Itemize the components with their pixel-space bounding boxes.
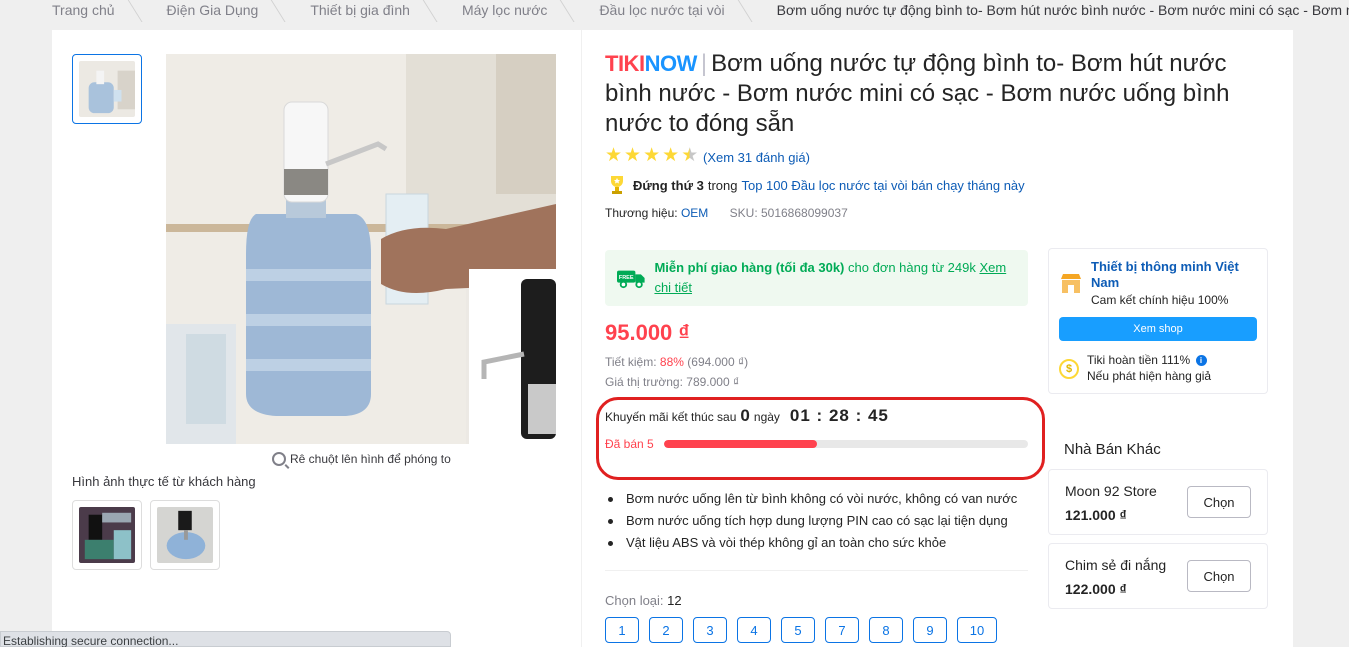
reviews-link[interactable]: (Xem 31 đánh giá): [703, 150, 810, 165]
other-seller-name[interactable]: Chim sẻ đi nắng: [1065, 557, 1166, 573]
customer-photo-1: [79, 507, 135, 563]
breadcrumb-item[interactable]: Thiết bị gia đình: [288, 0, 440, 22]
product-title-text: Bơm uống nước tự động bình to- Bơm hút n…: [605, 50, 1230, 137]
breadcrumb: Trang chủ Điện Gia Dụng Thiết bị gia đìn…: [0, 0, 1349, 22]
option-button[interactable]: 4: [737, 617, 771, 643]
divider-line: [605, 570, 1028, 571]
star-icon: ★: [662, 145, 680, 166]
star-icon: ★: [624, 145, 642, 166]
breadcrumb-item[interactable]: Trang chủ: [0, 0, 145, 22]
current-price: 95.000 ₫: [605, 320, 690, 345]
zoom-hint: Rê chuột lên hình để phóng to: [272, 452, 451, 466]
product-main-image[interactable]: [166, 54, 556, 444]
feature-list: Bơm nước uống lên từ bình không có vòi n…: [608, 491, 1017, 557]
option-button[interactable]: 1: [605, 617, 639, 643]
rank-text: Đứng thứ 3: [633, 177, 704, 193]
breadcrumb-current: Bơm uống nước tự động bình to- Bơm hút n…: [776, 2, 1349, 18]
top100-link[interactable]: Top 100 Đầu lọc nước tại vòi bán chạy th…: [741, 178, 1024, 193]
other-seller-card: Chim sẻ đi nắng 122.000 ₫ Chọn: [1048, 543, 1268, 609]
breadcrumb-item[interactable]: Máy lọc nước: [440, 0, 578, 22]
free-shipping-banner: FREE Miễn phí giao hàng (tối đa 30k) cho…: [605, 250, 1028, 306]
rank-connector: trong: [707, 177, 738, 193]
product-thumbnail-image: [79, 61, 135, 117]
shipping-text: Miễn phí giao hàng (tối đa 30k) cho đơn …: [654, 260, 1007, 295]
half-star-icon: ★: [681, 145, 699, 166]
customer-photos-title: Hình ảnh thực tế từ khách hàng: [72, 474, 256, 489]
star-icon: ★: [605, 145, 623, 166]
store-icon: [1061, 274, 1081, 293]
option-label: Chọn loại: 12: [605, 593, 682, 608]
water-pump-photo: [166, 54, 556, 444]
brand-row: Thương hiệu: OEM SKU: 5016868099037: [605, 206, 848, 220]
feature-item: Bơm nước uống lên từ bình không có vòi n…: [608, 491, 1017, 513]
option-button[interactable]: 3: [693, 617, 727, 643]
other-seller-card: Moon 92 Store 121.000 ₫ Chọn: [1048, 469, 1268, 535]
customer-photo-2: [157, 507, 213, 563]
gallery-thumbnail[interactable]: [72, 54, 142, 124]
savings-amount: (694.000 ₫): [687, 355, 749, 369]
other-sellers-title: Nhà Bán Khác: [1064, 441, 1161, 458]
customer-photo-thumbnail[interactable]: [72, 500, 142, 570]
seller-guarantee: Cam kết chính hiệu 100%: [1091, 293, 1229, 307]
trophy-icon: [611, 176, 623, 194]
discount-percent: 88%: [659, 355, 684, 369]
feature-item: Vật liệu ABS và vòi thép không gỉ an toà…: [608, 535, 1017, 557]
option-button[interactable]: 9: [913, 617, 947, 643]
other-seller-price: 121.000 ₫: [1065, 507, 1127, 523]
visit-shop-button[interactable]: Xem shop: [1059, 317, 1257, 341]
product-title: TIKINOW | Bơm uống nước tự động bình to- B…: [605, 49, 1275, 139]
zoom-hint-text: Rê chuột lên hình để phóng to: [290, 452, 451, 466]
refund-coin-icon: $: [1059, 359, 1079, 379]
refund-policy: Tiki hoàn tiền 111% i Nếu phát hiện hàng …: [1087, 353, 1212, 383]
seller-name[interactable]: Thiết bị thông minh Việt Nam: [1091, 259, 1261, 291]
rating-stars: ★ ★ ★ ★ ★: [605, 145, 699, 166]
free-shipping-truck-icon: FREE: [617, 270, 645, 289]
option-list: 1 2 3 4 5 7 8 9 10: [605, 617, 997, 643]
option-button[interactable]: 8: [869, 617, 903, 643]
option-button[interactable]: 5: [781, 617, 815, 643]
tikinow-logo: TIKINOW: [605, 51, 697, 76]
star-icon: ★: [643, 145, 661, 166]
breadcrumb-item[interactable]: Đầu lọc nước tại vòi: [577, 0, 755, 22]
other-seller-name[interactable]: Moon 92 Store: [1065, 483, 1157, 499]
option-selected: 12: [667, 593, 682, 608]
market-price: Giá thị trường: 789.000 ₫: [605, 375, 740, 389]
highlight-annotation: [596, 397, 1045, 480]
other-seller-price: 122.000 ₫: [1065, 581, 1127, 597]
zoom-in-icon: [272, 452, 286, 466]
bestseller-rank: Đứng thứ 3 trong Top 100 Đầu lọc nước tạ…: [605, 173, 1025, 197]
choose-seller-button[interactable]: Chọn: [1187, 486, 1251, 518]
option-button[interactable]: 7: [825, 617, 859, 643]
option-button[interactable]: 10: [957, 617, 997, 643]
seller-card: Thiết bị thông minh Việt Nam Cam kết chí…: [1048, 248, 1268, 394]
sku-text: SKU: 5016868099037: [729, 206, 848, 220]
divider: [581, 30, 582, 647]
savings: Tiết kiệm: 88% (694.000 ₫): [605, 355, 749, 369]
option-button[interactable]: 2: [649, 617, 683, 643]
customer-photo-thumbnail[interactable]: [150, 500, 220, 570]
feature-item: Bơm nước uống tích hợp dung lượng PIN ca…: [608, 513, 1017, 535]
choose-seller-button[interactable]: Chọn: [1187, 560, 1251, 592]
brand-label: Thương hiệu:: [605, 206, 678, 220]
info-icon[interactable]: i: [1195, 355, 1207, 366]
title-separator: |: [700, 50, 708, 77]
free-badge-text: FREE: [619, 275, 634, 281]
breadcrumb-item[interactable]: Điện Gia Dụng: [145, 0, 289, 22]
browser-status-bar: Establishing secure connection...: [0, 631, 451, 647]
brand-link[interactable]: OEM: [681, 206, 708, 220]
